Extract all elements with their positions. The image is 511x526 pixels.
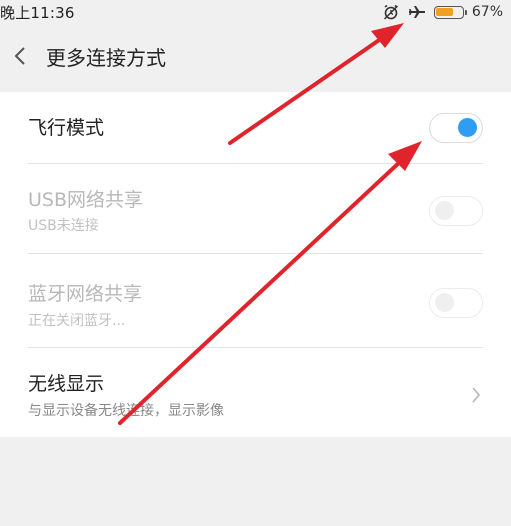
airplane-mode-toggle[interactable] bbox=[429, 113, 483, 143]
toggle-knob bbox=[435, 201, 454, 220]
item-subtitle: 与显示设备无线连接，显示影像 bbox=[28, 403, 224, 419]
battery-fill bbox=[436, 8, 454, 16]
chevron-right-icon bbox=[469, 384, 483, 406]
item-subtitle: 正在关闭蓝牙... bbox=[28, 313, 126, 329]
screen: 晚上11:36 67% 更多连接方式 飞行模式 USB网络共享 USB未连接 蓝… bbox=[0, 0, 511, 526]
alarm-off-icon bbox=[382, 3, 400, 21]
item-subtitle: USB未连接 bbox=[28, 218, 99, 234]
bluetooth-tethering-toggle[interactable] bbox=[429, 288, 483, 318]
usb-tethering-toggle[interactable] bbox=[429, 196, 483, 226]
item-title: 无线显示 bbox=[28, 373, 105, 395]
header: 更多连接方式 bbox=[0, 24, 511, 92]
battery-percent: 67% bbox=[471, 4, 503, 20]
back-button[interactable] bbox=[8, 44, 32, 72]
status-bar: 晚上11:36 67% bbox=[0, 0, 511, 24]
item-title: USB网络共享 bbox=[28, 189, 144, 211]
battery-icon bbox=[433, 5, 467, 19]
settings-list: 飞行模式 USB网络共享 USB未连接 蓝牙网络共享 正在关闭蓝牙... 无线显… bbox=[0, 92, 511, 437]
list-item-bluetooth-tethering[interactable]: 蓝牙网络共享 正在关闭蓝牙... bbox=[0, 254, 511, 348]
item-title: 蓝牙网络共享 bbox=[28, 283, 143, 305]
list-item-wireless-display[interactable]: 无线显示 与显示设备无线连接，显示影像 bbox=[0, 348, 511, 437]
airplane-icon bbox=[408, 4, 426, 20]
chevron-left-icon bbox=[13, 45, 27, 71]
list-item-airplane-mode[interactable]: 飞行模式 bbox=[0, 92, 511, 164]
page-title: 更多连接方式 bbox=[46, 46, 166, 70]
toggle-knob bbox=[458, 118, 477, 137]
item-title: 飞行模式 bbox=[28, 117, 105, 139]
status-time: 晚上11:36 bbox=[0, 4, 75, 22]
list-item-usb-tethering[interactable]: USB网络共享 USB未连接 bbox=[0, 164, 511, 254]
status-icons: 67% bbox=[382, 2, 503, 22]
toggle-knob bbox=[435, 293, 454, 312]
